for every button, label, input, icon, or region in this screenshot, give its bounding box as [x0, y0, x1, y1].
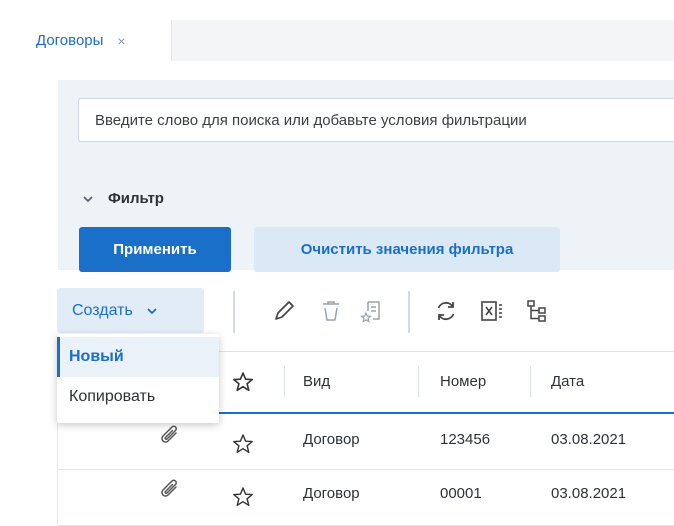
tab-bar: Договоры × — [18, 20, 674, 62]
pencil-icon[interactable] — [270, 297, 298, 325]
chevron-down-icon — [83, 195, 93, 202]
main-content: Введите слово для поиска или добавьте ус… — [18, 61, 674, 526]
column-header-type[interactable]: Вид — [303, 373, 330, 390]
star-icon[interactable] — [232, 433, 254, 455]
refresh-icon[interactable] — [432, 297, 460, 325]
menu-item-new[interactable]: Новый — [57, 337, 219, 377]
star-icon[interactable] — [232, 371, 254, 393]
create-label: Создать — [72, 301, 133, 319]
column-divider — [418, 366, 419, 397]
filter-toggle[interactable]: Фильтр — [82, 190, 164, 207]
search-placeholder: Введите слово для поиска или добавьте ус… — [95, 111, 527, 129]
hierarchy-icon[interactable] — [523, 297, 551, 325]
excel-export-icon[interactable] — [478, 297, 506, 325]
create-button[interactable]: Создать — [57, 288, 204, 333]
chevron-down-icon — [147, 307, 157, 314]
tab-contracts[interactable]: Договоры × — [18, 20, 172, 61]
column-divider — [530, 366, 531, 397]
search-input[interactable]: Введите слово для поиска или добавьте ус… — [78, 98, 674, 142]
trash-icon[interactable] — [317, 297, 345, 325]
filter-label: Фильтр — [108, 190, 164, 207]
toolbar-divider — [233, 291, 235, 333]
tab-close-icon[interactable]: × — [117, 33, 125, 49]
create-dropdown-menu: Новый Копировать — [57, 334, 219, 423]
document-star-icon[interactable] — [358, 297, 386, 325]
cell-type: Договор — [303, 485, 360, 502]
tab-label: Договоры — [36, 32, 104, 49]
cell-date: 03.08.2021 — [551, 485, 627, 502]
clear-filter-button[interactable]: Очистить значения фильтра — [254, 227, 560, 272]
column-header-date[interactable]: Дата — [551, 373, 584, 390]
menu-item-copy[interactable]: Копировать — [57, 377, 219, 417]
table-row[interactable]: Договор 00001 03.08.2021 — [58, 470, 674, 526]
cell-number: 123456 — [440, 431, 491, 448]
cell-number: 00001 — [440, 485, 482, 502]
paperclip-icon — [161, 425, 177, 443]
paperclip-icon — [161, 479, 177, 497]
cell-date: 03.08.2021 — [551, 431, 627, 448]
column-header-number[interactable]: Номер — [440, 373, 486, 390]
filter-panel: Введите слово для поиска или добавьте ус… — [58, 80, 674, 272]
apply-button[interactable]: Применить — [79, 227, 231, 272]
cell-type: Договор — [303, 431, 360, 448]
column-divider — [284, 366, 285, 397]
toolbar-divider — [408, 291, 410, 333]
star-icon[interactable] — [232, 486, 254, 508]
